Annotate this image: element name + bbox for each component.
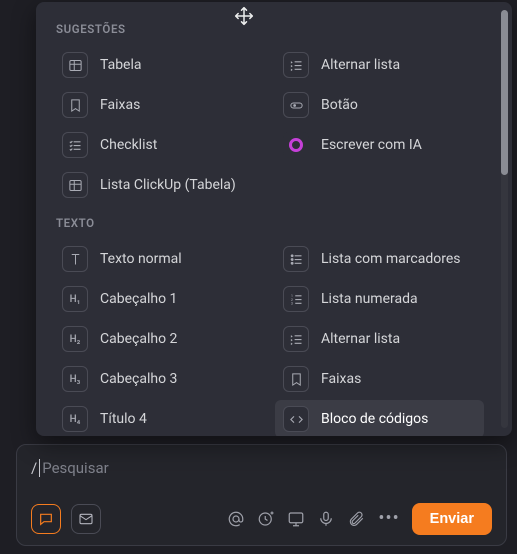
numbered-list-icon: 123 [283, 286, 309, 312]
menu-item-banner[interactable]: Faixas [54, 86, 263, 124]
section-text-title: TEXTO [54, 210, 502, 240]
menu-item-label: Cabeçalho 3 [100, 371, 177, 387]
menu-item-label: Lista com marcadores [321, 251, 461, 267]
menu-item-checklist[interactable]: Checklist [54, 126, 263, 164]
table-icon [62, 172, 88, 198]
menu-item-banner-2[interactable]: Faixas [275, 360, 484, 398]
text-caret [39, 459, 40, 477]
menu-item-code-block[interactable]: Bloco de códigos [275, 400, 484, 436]
ai-icon [283, 132, 309, 158]
suggestions-grid: Tabela Alternar lista Faixas Botão Check [54, 46, 502, 204]
menu-item-label: Alternar lista [321, 331, 400, 347]
chat-mode-button[interactable] [31, 504, 61, 534]
text-icon [62, 246, 88, 272]
code-icon [283, 406, 309, 432]
mic-icon[interactable] [316, 509, 336, 529]
menu-item-label: Texto normal [100, 251, 182, 267]
button-icon [283, 92, 309, 118]
search-input[interactable]: / Pesquisar [31, 459, 492, 477]
menu-item-heading-1[interactable]: H₁ Cabeçalho 1 [54, 280, 263, 318]
bookmark-icon [283, 366, 309, 392]
clock-add-icon[interactable] [256, 509, 276, 529]
menu-item-numbered-list[interactable]: 123 Lista numerada [275, 280, 484, 318]
menu-item-label: Botão [321, 97, 358, 113]
text-grid: Texto normal Lista com marcadores H₁ Cab… [54, 240, 502, 436]
menu-item-label: Lista numerada [321, 291, 418, 307]
scrollbar-thumb[interactable] [501, 10, 508, 175]
bulleted-list-icon [283, 246, 309, 272]
menu-item-label: Faixas [100, 97, 140, 113]
h2-icon: H₂ [62, 326, 88, 352]
menu-item-toggle-list-2[interactable]: Alternar lista [275, 320, 484, 358]
chat-input-bar: / Pesquisar [16, 444, 507, 546]
svg-text:3: 3 [290, 301, 292, 305]
menu-item-toggle-list[interactable]: Alternar lista [275, 46, 484, 84]
table-icon [62, 52, 88, 78]
menu-item-table[interactable]: Tabela [54, 46, 263, 84]
mention-icon[interactable] [226, 509, 246, 529]
h4-icon: H₄ [62, 406, 88, 432]
menu-item-label: Checklist [100, 137, 157, 153]
blocks-menu: SUGESTÕES Tabela Alternar lista Faixas B… [36, 2, 512, 436]
more-icon[interactable]: ••• [376, 510, 401, 528]
menu-item-label: Cabeçalho 1 [100, 291, 177, 307]
h3-icon: H₃ [62, 366, 88, 392]
toggle-list-icon [283, 326, 309, 352]
menu-item-write-with-ai[interactable]: Escrever com IA [275, 126, 484, 164]
menu-item-normal-text[interactable]: Texto normal [54, 240, 263, 278]
section-suggestions-title: SUGESTÕES [54, 16, 502, 46]
h1-icon: H₁ [62, 286, 88, 312]
menu-item-label: Faixas [321, 371, 361, 387]
menu-item-label: Escrever com IA [321, 137, 422, 153]
move-cursor-icon [234, 6, 254, 26]
slash-prefix: / [31, 459, 37, 477]
scrollbar[interactable] [501, 10, 508, 428]
menu-item-label: Alternar lista [321, 57, 400, 73]
menu-item-label: Bloco de códigos [321, 411, 428, 427]
toggle-list-icon [283, 52, 309, 78]
menu-item-button[interactable]: Botão [275, 86, 484, 124]
attachment-icon[interactable] [346, 509, 366, 529]
menu-item-heading-2[interactable]: H₂ Cabeçalho 2 [54, 320, 263, 358]
menu-item-clickup-list[interactable]: Lista ClickUp (Tabela) [54, 166, 260, 204]
search-placeholder: Pesquisar [42, 459, 109, 477]
menu-item-heading-4[interactable]: H₄ Título 4 [54, 400, 263, 436]
menu-item-label: Cabeçalho 2 [100, 331, 177, 347]
menu-item-heading-3[interactable]: H₃ Cabeçalho 3 [54, 360, 263, 398]
menu-item-label: Título 4 [100, 411, 147, 427]
send-button[interactable]: Enviar [412, 503, 492, 535]
menu-item-label: Tabela [100, 57, 142, 73]
checklist-icon [62, 132, 88, 158]
bookmark-icon [62, 92, 88, 118]
mail-mode-button[interactable] [71, 504, 101, 534]
menu-item-label: Lista ClickUp (Tabela) [100, 177, 236, 193]
menu-item-bulleted-list[interactable]: Lista com marcadores [275, 240, 484, 278]
screen-icon[interactable] [286, 509, 306, 529]
